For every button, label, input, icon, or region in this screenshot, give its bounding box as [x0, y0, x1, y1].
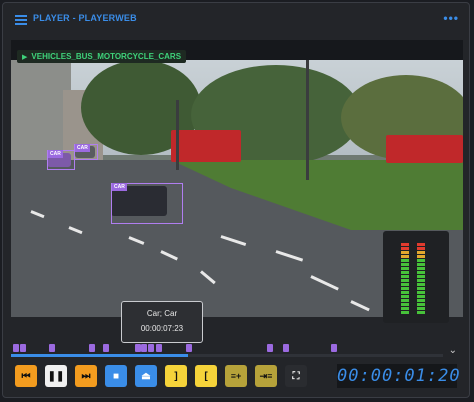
skip-start-button[interactable]: ⏮ — [15, 365, 37, 387]
chevron-down-icon[interactable]: ⌄ — [449, 345, 457, 356]
video-bus — [386, 135, 463, 163]
playlist-add-icon: ≡+ — [230, 371, 242, 381]
detection-label: CAR — [48, 150, 63, 158]
stop-icon: ■ — [112, 370, 120, 382]
audio-meter-left-channel — [401, 243, 409, 315]
audio-meter-segment — [417, 303, 425, 306]
audio-meter-segment — [401, 295, 409, 298]
audio-meter-segment — [401, 267, 409, 270]
audio-meter-segment — [417, 267, 425, 270]
audio-meter-segment — [417, 307, 425, 310]
audio-meter-segment — [401, 299, 409, 302]
pause-icon: ❚❚ — [47, 370, 65, 382]
more-dots-icon[interactable]: ••• — [443, 11, 459, 25]
audio-meter-segment — [417, 287, 425, 290]
tooltip-time: 00:00:07:23 — [140, 324, 184, 333]
audio-level-meter — [383, 231, 449, 323]
timeline-marker[interactable] — [267, 344, 273, 352]
panel-header: PLAYER - PLAYERWEB ••• — [3, 3, 469, 33]
audio-meter-segment — [417, 275, 425, 278]
audio-meter-segment — [401, 255, 409, 258]
audio-meter-segment — [401, 311, 409, 314]
class-filter-pill[interactable]: ▶ VEHICLES_BUS_MOTORCYCLE_CARS — [17, 50, 187, 63]
audio-meter-segment — [401, 291, 409, 294]
audio-meter-segment — [417, 263, 425, 266]
skip-end-button[interactable]: ⏭ — [75, 365, 97, 387]
eject-icon: ⏏ — [141, 370, 151, 382]
skip-start-icon: ⏮ — [21, 370, 31, 382]
timeline-marker[interactable] — [49, 344, 55, 352]
stop-button[interactable]: ■ — [105, 365, 127, 387]
class-filter-label: VEHICLES_BUS_MOTORCYCLE_CARS — [31, 52, 182, 61]
timeline-tooltip: Car; Car 00:00:07:23 — [121, 301, 203, 343]
skip-end-icon: ⏭ — [81, 370, 91, 382]
audio-meter-segment — [401, 279, 409, 282]
audio-meter-right-channel — [417, 243, 425, 315]
detection-box[interactable]: CAR — [111, 183, 183, 224]
timeline-marker[interactable] — [103, 344, 109, 352]
detection-box[interactable]: CAR — [74, 144, 98, 160]
panel-title: PLAYER - PLAYERWEB — [33, 13, 137, 23]
fullscreen-button[interactable]: ⛶ — [285, 365, 307, 387]
mark-in-button[interactable]: [ — [195, 365, 217, 387]
eject-button[interactable]: ⏏ — [135, 365, 157, 387]
timeline-marker[interactable] — [186, 344, 192, 352]
video-pole — [176, 100, 179, 170]
audio-meter-segment — [401, 243, 409, 246]
audio-meter-segment — [417, 299, 425, 302]
timeline-marker[interactable] — [141, 344, 147, 352]
list-indent-icon: ⇥≡ — [259, 370, 273, 381]
hamburger-icon[interactable] — [15, 15, 27, 25]
transport-controls: ⏮ ❚❚ ⏭ ■ ⏏ ] [ ≡+ ⇥≡ ⛶ 00:00:01:20 — [11, 363, 463, 391]
audio-meter-segment — [401, 283, 409, 286]
detection-label: CAR — [75, 144, 90, 152]
timeline[interactable]: ⌄ — [11, 343, 463, 359]
timeline-marker[interactable] — [331, 344, 337, 352]
audio-meter-segment — [417, 247, 425, 250]
indent-list-button[interactable]: ⇥≡ — [255, 365, 277, 387]
detection-box[interactable]: CAR — [47, 150, 75, 170]
player-panel: PLAYER - PLAYERWEB ••• CAR CAR CAR ▶ VEH… — [2, 2, 470, 398]
audio-meter-segment — [417, 283, 425, 286]
bracket-open-icon: [ — [204, 370, 208, 382]
video-pole — [306, 60, 309, 180]
audio-meter-segment — [417, 291, 425, 294]
audio-meter-segment — [401, 247, 409, 250]
audio-meter-segment — [401, 303, 409, 306]
audio-meter-segment — [417, 251, 425, 254]
fullscreen-icon: ⛶ — [292, 370, 300, 382]
audio-meter-segment — [417, 255, 425, 258]
audio-meter-segment — [401, 259, 409, 262]
audio-meter-segment — [401, 307, 409, 310]
audio-meter-segment — [417, 279, 425, 282]
tooltip-title: Car; Car — [146, 309, 178, 318]
timeline-marker[interactable] — [20, 344, 26, 352]
add-list-button[interactable]: ≡+ — [225, 365, 247, 387]
audio-meter-segment — [417, 243, 425, 246]
timeline-marker[interactable] — [13, 344, 19, 352]
timecode-display: 00:00:01:20 — [337, 364, 461, 388]
audio-meter-segment — [401, 263, 409, 266]
audio-meter-segment — [401, 275, 409, 278]
timeline-progress — [11, 354, 189, 357]
audio-meter-segment — [417, 259, 425, 262]
video-bus — [171, 130, 241, 162]
audio-meter-segment — [417, 311, 425, 314]
audio-meter-segment — [401, 287, 409, 290]
timeline-marker[interactable] — [89, 344, 95, 352]
mark-out-button[interactable]: ] — [165, 365, 187, 387]
detection-label: CAR — [112, 183, 127, 191]
bracket-close-icon: ] — [174, 370, 178, 382]
audio-meter-segment — [417, 295, 425, 298]
timeline-marker[interactable] — [156, 344, 162, 352]
play-triangle-icon: ▶ — [22, 53, 28, 61]
audio-meter-segment — [401, 251, 409, 254]
audio-meter-segment — [401, 271, 409, 274]
timeline-marker[interactable] — [148, 344, 154, 352]
audio-meter-segment — [417, 271, 425, 274]
pause-button[interactable]: ❚❚ — [45, 365, 67, 387]
timeline-marker[interactable] — [283, 344, 289, 352]
